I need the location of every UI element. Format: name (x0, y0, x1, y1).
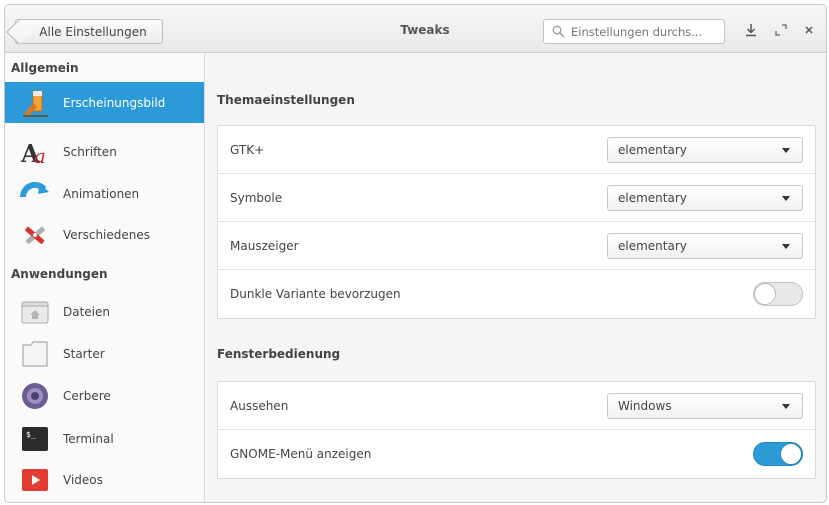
sidebar-item-videos[interactable]: Videos (5, 459, 204, 500)
row-label: GNOME-Menü anzeigen (230, 447, 372, 461)
close-icon[interactable] (801, 22, 817, 38)
switch-knob (754, 283, 776, 305)
sidebar: Allgemein Erscheinungsbild A a Schriften (5, 53, 205, 502)
sidebar-item-label: Terminal (63, 431, 114, 446)
tweaks-window: Alle Einstellungen Tweaks Einstellungen … (4, 4, 827, 503)
back-button[interactable]: Alle Einstellungen (15, 19, 163, 44)
back-button-label: Alle Einstellungen (39, 24, 147, 39)
launcher-icon (19, 338, 51, 370)
download-icon[interactable] (743, 22, 759, 38)
icon-theme-dropdown[interactable]: elementary (607, 185, 803, 211)
sidebar-item-label: Videos (63, 472, 103, 487)
row-appearance-layout: Aussehen Windows (218, 382, 815, 430)
sidebar-item-label: Cerbere (63, 388, 111, 403)
cerbere-icon (19, 380, 51, 412)
row-label: Aussehen (230, 398, 289, 413)
svg-text:a: a (34, 144, 46, 167)
sidebar-item-animations[interactable]: Animationen (5, 173, 204, 214)
sidebar-item-terminal[interactable]: $_ Terminal (5, 418, 204, 459)
sidebar-item-appearance[interactable]: Erscheinungsbild (5, 82, 204, 123)
sidebar-item-label: Erscheinungsbild (63, 95, 166, 110)
dropdown-value: elementary (618, 143, 687, 157)
row-gnome-menu: GNOME-Menü anzeigen (218, 430, 815, 478)
window-layout-dropdown[interactable]: Windows (607, 393, 803, 419)
sidebar-item-fonts[interactable]: A a Schriften (5, 131, 204, 172)
terminal-icon: $_ (19, 423, 51, 455)
videos-icon (19, 464, 51, 496)
cursor-theme-dropdown[interactable]: elementary (607, 233, 803, 259)
search-icon (552, 25, 565, 38)
dropdown-arrow-icon (782, 148, 790, 153)
row-cursor: Mauszeiger elementary (218, 222, 815, 270)
dropdown-value: elementary (618, 191, 687, 205)
settings-content: Themaeinstellungen GTK+ elementary Symbo… (205, 53, 826, 502)
sidebar-item-label: Verschiedenes (63, 227, 151, 242)
section-title-theme: Themaeinstellungen (217, 93, 355, 107)
search-input[interactable] (571, 24, 721, 39)
animations-icon (19, 178, 51, 210)
row-icons: Symbole elementary (218, 174, 815, 222)
sidebar-item-label: Dateien (63, 304, 111, 319)
dropdown-value: Windows (618, 399, 672, 413)
dark-variant-switch[interactable] (753, 282, 803, 306)
theme-settings-card: GTK+ elementary Symbole elementary Mausz… (217, 125, 816, 319)
dropdown-arrow-icon (782, 196, 790, 201)
misc-tools-icon (19, 219, 51, 251)
sidebar-item-label: Animationen (63, 186, 140, 201)
gnome-menu-switch[interactable] (753, 442, 803, 466)
section-title-window: Fensterbedienung (217, 347, 341, 361)
sidebar-item-cerbere[interactable]: Cerbere (5, 375, 204, 416)
sidebar-item-label: Schriften (63, 144, 117, 159)
window-settings-card: Aussehen Windows GNOME-Menü anzeigen (217, 381, 816, 479)
sidebar-item-launcher[interactable]: Starter (5, 333, 204, 374)
dropdown-arrow-icon (782, 404, 790, 409)
search-field[interactable] (543, 19, 725, 44)
sidebar-item-label: Starter (63, 346, 105, 361)
fonts-icon: A a (19, 136, 51, 168)
header-bar: Alle Einstellungen Tweaks (5, 5, 826, 53)
dropdown-value: elementary (618, 239, 687, 253)
sidebar-item-misc[interactable]: Verschiedenes (5, 214, 204, 255)
sidebar-item-files[interactable]: Dateien (5, 291, 204, 332)
svg-text:$_: $_ (26, 430, 36, 439)
sidebar-heading-apps: Anwendungen (11, 267, 108, 281)
dropdown-arrow-icon (782, 244, 790, 249)
switch-knob (780, 443, 802, 465)
row-label: Dunkle Variante bevorzugen (230, 287, 401, 301)
files-icon (19, 296, 51, 328)
row-label: GTK+ (230, 142, 265, 157)
row-gtk: GTK+ elementary (218, 126, 815, 174)
row-dark-variant: Dunkle Variante bevorzugen (218, 270, 815, 318)
gtk-theme-dropdown[interactable]: elementary (607, 137, 803, 163)
sidebar-heading-general: Allgemein (11, 61, 79, 75)
window-title: Tweaks (400, 23, 450, 37)
maximize-icon[interactable] (773, 22, 789, 38)
row-label: Mauszeiger (230, 238, 299, 253)
row-label: Symbole (230, 190, 283, 205)
appearance-icon (19, 87, 51, 119)
